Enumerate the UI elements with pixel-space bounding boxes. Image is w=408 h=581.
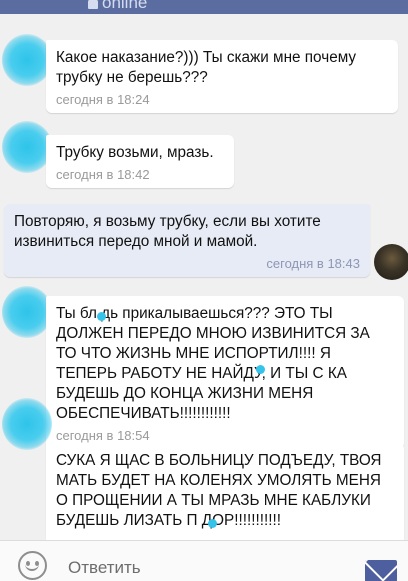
message-text: СУКА Я ЩАС В БОЛЬНИЦУ ПОДЪЕДУ, ТВОЯ МАТЬ… — [56, 452, 382, 529]
message-text: Трубку возьми, мразь. — [56, 144, 214, 161]
message-bubble[interactable]: Повторяю, я возьму трубку, если вы хотит… — [4, 204, 370, 277]
message-bubble[interactable]: СУКА Я ЩАС В БОЛЬНИЦУ ПОДЪЕДУ, ТВОЯ МАТЬ… — [46, 443, 404, 540]
sender-avatar[interactable] — [2, 398, 52, 450]
message-text: Какое наказание?))) Ты скажи мне почему … — [56, 49, 357, 86]
redaction-mark — [97, 312, 106, 321]
message-text: Ты бл дь прикалываешься??? ЭТО ТЫ ДОЛЖЕН… — [56, 305, 370, 422]
message-bubble[interactable]: Какое наказание?))) Ты скажи мне почему … — [46, 40, 398, 113]
message-time: сегодня в 18:42 — [56, 167, 150, 182]
android-icon — [88, 0, 98, 9]
message-thread[interactable]: Какое наказание?))) Ты скажи мне почему … — [0, 14, 408, 540]
header-bar: online — [0, 0, 408, 14]
smiley-icon[interactable] — [18, 551, 47, 580]
redaction-mark — [208, 519, 217, 528]
message-bubble[interactable]: Трубку возьми, мразь. сегодня в 18:42 — [46, 135, 234, 188]
redaction-mark — [256, 365, 265, 374]
sender-avatar[interactable] — [2, 121, 52, 173]
online-status-label: online — [102, 0, 148, 12]
user-avatar[interactable] — [374, 244, 408, 280]
message-text: Повторяю, я возьму трубку, если вы хотит… — [14, 213, 321, 250]
sender-avatar[interactable] — [2, 34, 52, 86]
online-status: online — [88, 0, 147, 13]
envelope-icon[interactable] — [365, 560, 397, 581]
message-time: сегодня в 18:24 — [56, 92, 150, 107]
message-time: сегодня в 18:43 — [266, 256, 360, 271]
message-time: сегодня в 18:54 — [56, 428, 150, 443]
smiley-mouth — [25, 564, 39, 571]
reply-input[interactable] — [68, 556, 348, 580]
reply-composer — [0, 540, 408, 581]
sender-avatar[interactable] — [2, 286, 52, 338]
